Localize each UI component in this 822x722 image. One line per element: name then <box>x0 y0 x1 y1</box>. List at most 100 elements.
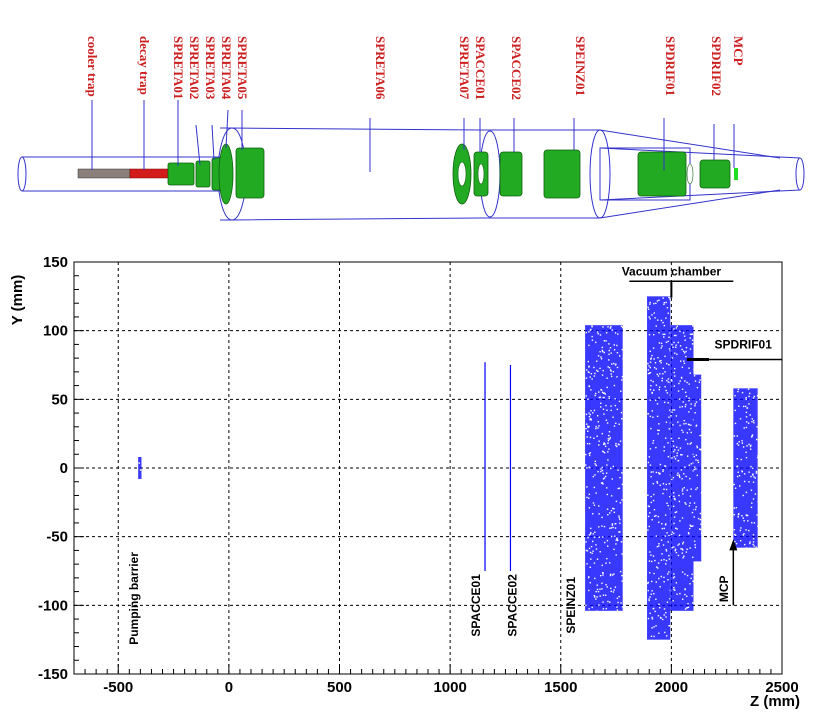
hit-gap <box>656 373 658 376</box>
hit-gap <box>674 352 676 354</box>
hit-gap <box>754 493 757 495</box>
hit-gap <box>756 438 758 441</box>
hit-gap <box>588 608 590 610</box>
hit-gap <box>737 390 739 393</box>
hit-gap <box>653 592 655 595</box>
hit-gap <box>591 326 593 328</box>
hit-gap <box>740 527 742 529</box>
hit-gap <box>610 375 613 378</box>
hit-gap <box>667 402 669 404</box>
hit-gap <box>592 513 594 515</box>
hit-gap <box>647 372 650 375</box>
hit-gap <box>586 550 589 552</box>
hit-gap <box>592 540 594 543</box>
hit-gap <box>653 389 655 391</box>
hit-gap <box>615 522 617 525</box>
hit-gap <box>734 540 736 543</box>
hit-gap <box>666 635 668 637</box>
hit-gap <box>748 443 750 446</box>
hit-gap <box>670 379 673 381</box>
hit-gap <box>741 440 743 442</box>
hit-gap <box>752 481 755 483</box>
hit-gap <box>690 407 692 410</box>
hit-gap <box>733 529 736 531</box>
hit-gap <box>649 464 652 466</box>
hit-gap <box>753 421 755 424</box>
hit-gap <box>737 471 739 473</box>
hit-gap <box>677 472 679 474</box>
hit-gap <box>649 371 652 374</box>
hit-gap <box>653 635 655 638</box>
spreta04-electrode <box>218 143 234 205</box>
hit-gap <box>685 551 688 553</box>
hit-gap <box>603 442 605 444</box>
hit-gap <box>663 558 665 561</box>
speinz01-electrode <box>543 149 581 199</box>
hit-gap <box>675 334 677 337</box>
hit-gap <box>589 418 592 420</box>
hit-gap <box>649 318 651 320</box>
hit-gap <box>690 525 692 527</box>
hit-gap <box>650 495 652 498</box>
hit-gap <box>601 582 603 585</box>
hit-gap <box>689 547 691 549</box>
hit-gap <box>606 464 608 466</box>
region-vacuum-chamber <box>647 296 672 640</box>
hit-gap <box>651 519 653 521</box>
hit-gap <box>587 425 589 428</box>
hit-gap <box>619 522 621 524</box>
hit-gap <box>588 425 590 428</box>
hit-gap <box>653 509 656 511</box>
region-mcp <box>733 388 760 549</box>
hit-gap <box>648 572 651 574</box>
hit-gap <box>749 541 751 543</box>
hit-gap <box>608 366 611 369</box>
hit-gap <box>650 635 653 637</box>
hit-gap <box>700 492 703 494</box>
hit-gap <box>591 606 593 609</box>
hit-gap <box>683 350 685 352</box>
hit-gap <box>666 379 668 382</box>
hit-gap <box>696 487 699 489</box>
label-decay-trap: decay trap <box>137 36 152 95</box>
hit-gap <box>605 404 607 407</box>
hit-gap <box>658 543 660 545</box>
hit-gap <box>700 448 703 451</box>
hit-gap <box>673 328 675 330</box>
hit-gap <box>752 498 755 500</box>
hit-gap <box>674 589 676 591</box>
hit-gap <box>649 612 651 614</box>
hit-gap <box>622 357 624 360</box>
hit-gap <box>607 326 609 328</box>
hit-gap <box>672 600 674 602</box>
hit-gap <box>673 385 676 387</box>
hit-gap <box>657 615 660 617</box>
hit-gap <box>672 346 674 348</box>
hit-gap <box>607 545 609 547</box>
hit-gap <box>605 472 608 474</box>
hit-gap <box>689 477 691 480</box>
hit-gap <box>587 430 589 432</box>
hit-gap <box>673 371 675 374</box>
region-hits <box>484 362 486 571</box>
hit-gap <box>600 470 602 473</box>
hit-gap <box>675 582 678 584</box>
hit-gap <box>620 602 622 604</box>
hit-gap <box>658 332 660 334</box>
hit-gap <box>610 405 612 407</box>
hit-gap <box>588 366 590 368</box>
hit-gap <box>660 342 663 345</box>
hit-gap <box>665 616 667 618</box>
region-spacce01 <box>484 362 486 571</box>
hit-gap <box>651 560 653 563</box>
hit-gap <box>658 606 661 609</box>
hit-gap <box>685 350 687 353</box>
hit-gap <box>653 366 656 369</box>
hit-gap <box>701 404 703 406</box>
hit-gap <box>612 507 614 510</box>
hit-gap <box>658 577 660 580</box>
hit-gap <box>734 409 736 412</box>
hit-gap <box>685 355 687 358</box>
hit-gap <box>690 577 692 580</box>
hit-gap <box>605 607 607 610</box>
